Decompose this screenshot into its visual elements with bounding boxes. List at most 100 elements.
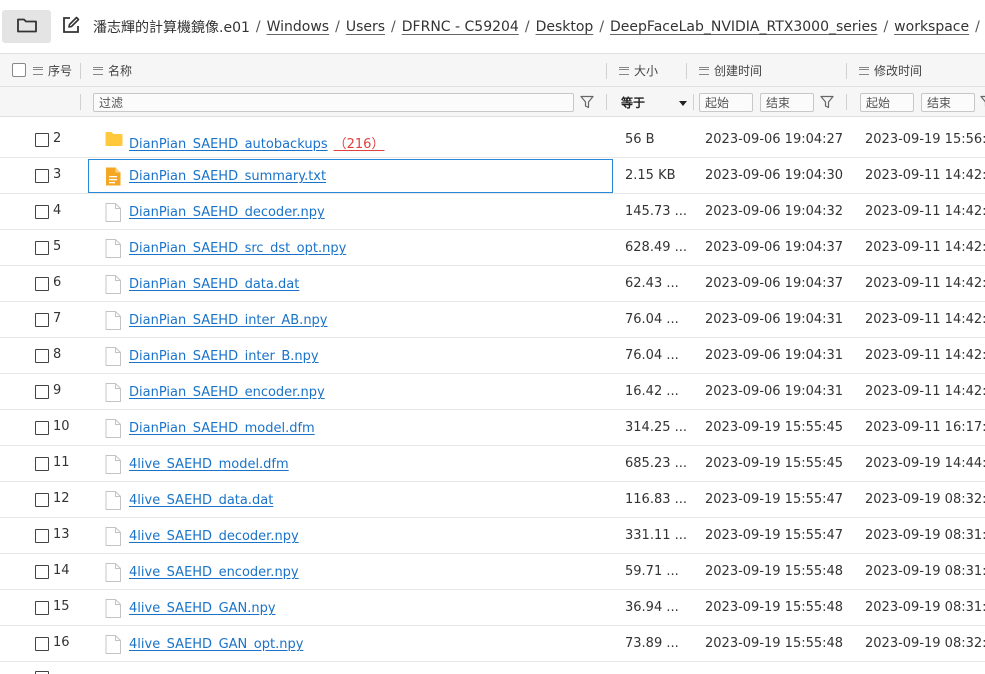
row-checkbox[interactable] [35,637,49,651]
select-all-checkbox[interactable] [12,63,26,77]
file-name-link[interactable]: DianPian_SAEHD_model.dfm [129,421,315,436]
file-name-link[interactable]: DianPian_SAEHD_inter_B.npy [129,349,319,364]
file-name-link[interactable]: DianPian_SAEHD_summary.txt [129,169,326,184]
column-header-created[interactable]: 创建时间 [699,54,762,87]
file-name-link[interactable]: 4live_SAEHD_decoder.npy [129,529,299,544]
row-checkbox[interactable] [35,277,49,291]
created-end-input[interactable]: 结束 [760,93,814,112]
breadcrumb-separator: / [524,19,530,35]
row-checkbox[interactable] [35,133,49,147]
filter-icon[interactable] [980,95,985,109]
breadcrumb-item-deepfacelab[interactable]: DeepFaceLab_NVIDIA_RTX3000_series [610,19,877,35]
row-checkbox[interactable] [35,241,49,255]
column-divider[interactable] [846,63,847,79]
column-header-name[interactable]: 名称 [93,54,132,87]
column-divider[interactable] [686,63,687,79]
file-icon [105,275,123,294]
breadcrumb-item-user[interactable]: DFRNC - C59204 [402,19,519,35]
row-checkbox[interactable] [35,349,49,363]
edit-path-button[interactable] [60,16,82,38]
row-checkbox[interactable] [35,565,49,579]
column-label-created: 创建时间 [714,64,763,78]
breadcrumb-item-desktop[interactable]: Desktop [536,19,594,35]
column-header-index[interactable]: 序号 [33,54,72,87]
breadcrumb-separator: / [335,19,340,35]
file-name-link[interactable]: DianPian_SAEHD_src_dst_opt.npy [129,241,346,256]
file-name-link[interactable]: DianPian_SAEHD_decoder.npy [129,205,325,220]
file-name-text: 4live_SAEHD_encoder.npy [129,565,299,580]
file-icon [105,599,123,618]
file-name-link[interactable]: 4live_SAEHD_model.dfm [129,457,289,472]
name-filter-input[interactable]: 过滤 [93,93,574,112]
filter-icon[interactable] [820,95,834,109]
file-name-link[interactable]: 4live_SAEHD_GAN.npy [129,601,276,616]
file-name-link[interactable]: DianPian_SAEHD_autobackups （216） [129,133,384,152]
column-menu-icon[interactable] [619,66,629,75]
modified-time: 2023-09-19 08:32:10 [865,492,985,507]
row-checkbox[interactable] [35,529,49,543]
table-row[interactable]: 7 DianPian_SAEHD_inter_AB.npy 76.04 ... 202… [0,302,985,338]
column-header-size[interactable]: 大小 [619,54,658,87]
table-row[interactable]: 16 4live_SAEHD_GAN_opt.npy 73.89 ... 2023-0… [0,626,985,662]
table-row[interactable]: 12 4live_SAEHD_data.dat 116.83 ... 2023-09-… [0,482,985,518]
row-checkbox[interactable] [35,313,49,327]
row-checkbox[interactable] [35,205,49,219]
table-row[interactable]: 10 DianPian_SAEHD_model.dfm 314.25 ... 2023… [0,410,985,446]
column-divider[interactable] [606,63,607,79]
folder-button[interactable] [2,10,51,43]
table-row[interactable]: 15 4live_SAEHD_GAN.npy 36.94 ... 2023-09-19… [0,590,985,626]
file-name-link[interactable]: DianPian_SAEHD_data.dat [129,277,299,292]
created-start-input[interactable]: 起始 [699,93,753,112]
file-icon [105,635,123,654]
column-label-name: 名称 [108,64,133,78]
created-time: 2023-09-06 19:04:30 [705,168,844,183]
row-checkbox[interactable] [35,493,49,507]
column-label-modified: 修改时间 [874,64,923,78]
row-checkbox[interactable] [35,457,49,471]
file-icon [105,455,123,474]
file-name-link[interactable]: 4live_SAEHD_data.dat [129,493,273,508]
table-row[interactable]: 3 DianPian_SAEHD_summary.txt 2.15 KB 2023-0… [0,158,985,194]
column-menu-icon[interactable] [859,66,869,75]
file-name-link[interactable]: 4live_SAEHD_GAN_opt.npy [129,637,303,652]
column-menu-icon[interactable] [93,66,103,75]
table-row[interactable]: 14 4live_SAEHD_encoder.npy 59.71 ... 2023-0… [0,554,985,590]
size-operator-select[interactable]: 等于 [621,93,687,112]
table-row[interactable]: 2 DianPian_SAEHD_autobackups （216） 56 B 2023… [0,122,985,158]
table-row[interactable]: 8 DianPian_SAEHD_inter_B.npy 76.04 ... 2023… [0,338,985,374]
breadcrumb-item-workspace[interactable]: workspace [894,19,969,35]
filter-icon[interactable] [580,95,594,109]
row-index: 10 [53,419,70,434]
modified-start-input[interactable]: 起始 [860,93,914,112]
row-checkbox[interactable] [35,601,49,615]
table-row[interactable]: 9 DianPian_SAEHD_encoder.npy 16.42 ... 2023… [0,374,985,410]
table-row[interactable]: 13 4live_SAEHD_decoder.npy 331.11 ... 2023-… [0,518,985,554]
column-header-modified[interactable]: 修改时间 [859,54,922,87]
breadcrumb-root[interactable]: 潘志輝的計算機鏡像.e01 [93,17,250,37]
file-size: 116.83 ... [625,492,688,507]
breadcrumb-item-windows[interactable]: Windows [267,19,330,35]
table-row[interactable]: 11 4live_SAEHD_model.dfm 685.23 ... 2023-09… [0,446,985,482]
file-name-link[interactable]: DianPian_SAEHD_inter_AB.npy [129,313,328,328]
row-checkbox[interactable] [35,169,49,183]
row-checkbox[interactable] [35,385,49,399]
table-row[interactable]: 5 DianPian_SAEHD_src_dst_opt.npy 628.49 ..… [0,230,985,266]
file-icon [105,311,123,330]
row-checkbox[interactable] [35,421,49,435]
table-row[interactable]: 6 DianPian_SAEHD_data.dat 62.43 ... 2023-09… [0,266,985,302]
modified-time: 2023-09-11 14:42:24 [865,276,985,291]
column-menu-icon[interactable] [699,66,709,75]
column-divider[interactable] [80,63,81,79]
modified-time: 2023-09-11 16:17:50 [865,420,985,435]
file-name-link[interactable]: 4live_SAEHD_encoder.npy [129,565,299,580]
file-name-link[interactable]: DianPian_SAEHD_encoder.npy [129,385,325,400]
column-menu-icon[interactable] [33,66,43,75]
file-size: 76.04 ... [625,348,679,363]
row-index: 14 [53,563,70,578]
table-row[interactable]: 4 DianPian_SAEHD_decoder.npy 145.73 ... 202… [0,194,985,230]
modified-end-input[interactable]: 结束 [921,93,975,112]
table-row[interactable] [0,662,985,674]
modified-time: 2023-09-19 08:31:50 [865,528,985,543]
row-index: 4 [53,203,62,218]
breadcrumb-item-users[interactable]: Users [346,19,385,35]
